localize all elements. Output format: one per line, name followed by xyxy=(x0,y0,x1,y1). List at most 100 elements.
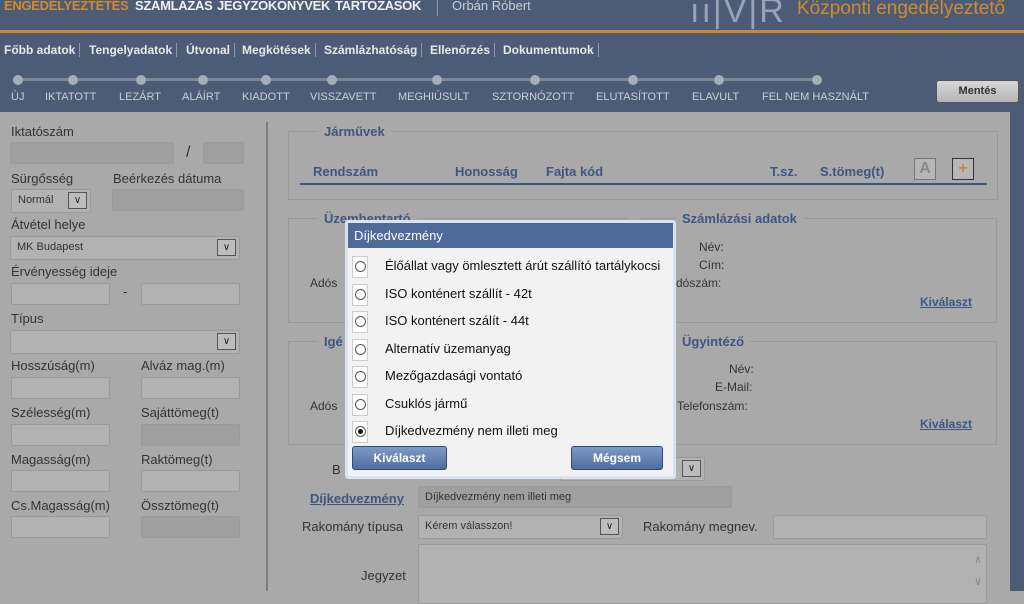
sajattomeg-input[interactable] xyxy=(141,424,240,446)
rakomany-megnev-input[interactable] xyxy=(773,515,987,539)
scrollbar[interactable] xyxy=(1010,112,1024,591)
option-row[interactable]: ISO konténert szálít - 44t xyxy=(352,308,670,335)
option-row[interactable]: ISO konténert szállít - 42t xyxy=(352,281,670,308)
hossz-label: Hosszúság(m) xyxy=(11,358,95,373)
status-dot xyxy=(136,75,146,85)
status-step-label: IKTATOTT xyxy=(45,91,97,103)
dash: - xyxy=(123,284,128,299)
subnav-item[interactable]: Tengelyadatok xyxy=(85,43,178,57)
status-dot xyxy=(327,75,337,85)
option-row[interactable]: Mezőgazdasági vontató xyxy=(352,363,670,390)
chevron-down-icon: ∨ xyxy=(68,192,87,209)
chevron-down-icon: ∨ xyxy=(217,239,236,256)
csmagassag-input[interactable] xyxy=(11,516,110,538)
hossz-input[interactable] xyxy=(11,377,110,399)
ugyintezo-select-link[interactable]: Kiválaszt xyxy=(920,417,972,431)
menu-engedelyeztetes[interactable]: ENGEDÉLYEZTETÉS xyxy=(4,0,129,13)
raktomeg-input[interactable] xyxy=(141,470,240,492)
option-row[interactable]: Csuklós jármű xyxy=(352,391,670,418)
status-dot xyxy=(432,75,442,85)
ugyintezo-title: Ügyintéző xyxy=(676,334,751,349)
jarmuvek-section xyxy=(288,131,998,200)
szamlazasi-select-link[interactable]: Kiválaszt xyxy=(920,295,972,309)
szamlazasi-adoszam-label: dószám: xyxy=(676,276,722,290)
chevron-down-icon: ∨ xyxy=(682,460,701,477)
rakomany-tipus-select[interactable]: Kérem válasszon! ∨ xyxy=(418,515,623,539)
magassag-input[interactable] xyxy=(11,470,110,492)
tipus-label: Típus xyxy=(11,311,44,326)
raktomeg-label: Raktömeg(t) xyxy=(141,452,213,467)
alvaz-input[interactable] xyxy=(141,377,240,399)
option-label: ISO konténert szállít - 42t xyxy=(385,285,532,301)
option-row[interactable]: Díjkedvezmény nem illeti meg xyxy=(352,418,670,445)
a-button[interactable]: A xyxy=(914,158,936,180)
ervenyesseg-to-input[interactable] xyxy=(141,283,240,305)
header: ENGEDÉLYEZTETÉS SZÁMLÁZÁS JEGYZŐKÖNYVEK … xyxy=(0,0,1024,112)
subnav-item[interactable]: Számlázhatóság xyxy=(320,43,423,57)
status-dot xyxy=(13,75,23,85)
ervenyesseg-from-input[interactable] xyxy=(11,283,110,305)
status-dot xyxy=(530,75,540,85)
menu-szamlazas[interactable]: SZÁMLÁZÁS xyxy=(135,0,213,13)
option-row[interactable]: Élőállat vagy ömlesztett árút szállító t… xyxy=(352,253,670,280)
option-label: Csuklós jármű xyxy=(385,395,468,411)
cancel-button[interactable]: Mégsem xyxy=(571,446,663,470)
ossztomeg-input[interactable] xyxy=(141,516,240,538)
option-label: Mezőgazdasági vontató xyxy=(385,368,523,383)
subnav-item[interactable]: Főbb adatok xyxy=(0,43,81,57)
dialog-title: Díjkedvezmény xyxy=(348,223,673,248)
radio-button[interactable] xyxy=(352,283,368,306)
status-step-label: ALÁÍRT xyxy=(182,91,221,103)
menu-jegyzokonyvek[interactable]: JEGYZŐKÖNYVEK xyxy=(217,0,330,13)
atvetel-value: MK Budapest xyxy=(17,241,84,253)
b-label: B xyxy=(332,462,341,477)
radio-button[interactable] xyxy=(352,256,368,278)
atvetel-select[interactable]: MK Budapest ∨ xyxy=(10,236,240,260)
iktatoszam-input[interactable] xyxy=(10,142,174,164)
atvetel-label: Átvétel helye xyxy=(11,217,86,232)
col-tsz: T.sz. xyxy=(770,164,798,179)
ervenyesseg-label: Érvényesség ideje xyxy=(11,264,118,279)
chevron-down-icon: ∨ xyxy=(600,518,619,535)
select-button[interactable]: Kiválaszt xyxy=(352,446,447,470)
radio-button[interactable] xyxy=(352,366,368,388)
uzembentarto-adoszam-label: Adós xyxy=(310,276,338,290)
menu-tartozasok[interactable]: TARTOZÁSOK xyxy=(335,0,421,13)
dijkedvezmeny-link[interactable]: Díjkedvezmény xyxy=(310,491,404,506)
iktatoszam-year-input[interactable] xyxy=(203,142,244,164)
radio-button[interactable] xyxy=(352,338,368,361)
jegyzet-textarea[interactable]: ∧ ∨ xyxy=(418,544,987,604)
dijkedvezmeny-input[interactable]: Díjkedvezmény nem illeti meg xyxy=(418,486,732,508)
surgosseg-value: Normál xyxy=(18,194,54,206)
save-button[interactable]: Mentés xyxy=(936,80,1019,103)
col-fajta-kod: Fajta kód xyxy=(546,164,604,179)
subnav-item[interactable]: Ellenőrzés xyxy=(426,43,496,57)
status-step-label: ELAVULT xyxy=(692,91,740,103)
scroll-down-icon[interactable]: ∨ xyxy=(974,575,982,588)
surgosseg-select[interactable]: Normál ∨ xyxy=(11,189,91,213)
col-stomeg: S.tömeg(t) xyxy=(820,164,885,179)
option-row[interactable]: Alternatív üzemanyag xyxy=(352,336,670,363)
subnav-item[interactable]: Megkötések xyxy=(238,43,316,57)
chevron-down-icon: ∨ xyxy=(217,333,236,350)
beerkezes-label: Beérkezés dátuma xyxy=(113,171,222,186)
scroll-up-icon[interactable]: ∧ xyxy=(974,553,982,566)
tipus-select[interactable]: ∨ xyxy=(10,330,240,354)
dijkedvezmeny-dialog: Díjkedvezmény Élőállat vagy ömlesztett á… xyxy=(345,220,676,479)
subnav-item[interactable]: Útvonal xyxy=(182,43,236,57)
radio-button[interactable] xyxy=(352,421,368,443)
beerkezes-input[interactable] xyxy=(112,189,244,211)
szamlazasi-cim-label: Cím: xyxy=(699,258,725,272)
status-step-label: VISSZAVETT xyxy=(310,91,377,103)
panel-divider xyxy=(266,122,268,591)
add-vehicle-button[interactable]: + xyxy=(952,158,974,180)
status-step-label: ÚJ xyxy=(11,91,25,103)
szelesseg-input[interactable] xyxy=(11,424,110,446)
header-divider xyxy=(0,30,1024,33)
radio-button[interactable] xyxy=(352,393,368,416)
subnav-item[interactable]: Dokumentumok xyxy=(499,43,599,57)
status-dot xyxy=(714,75,724,85)
menu-divider xyxy=(437,0,438,16)
iktatoszam-label: Iktatószám xyxy=(11,124,74,139)
radio-button[interactable] xyxy=(352,311,368,333)
